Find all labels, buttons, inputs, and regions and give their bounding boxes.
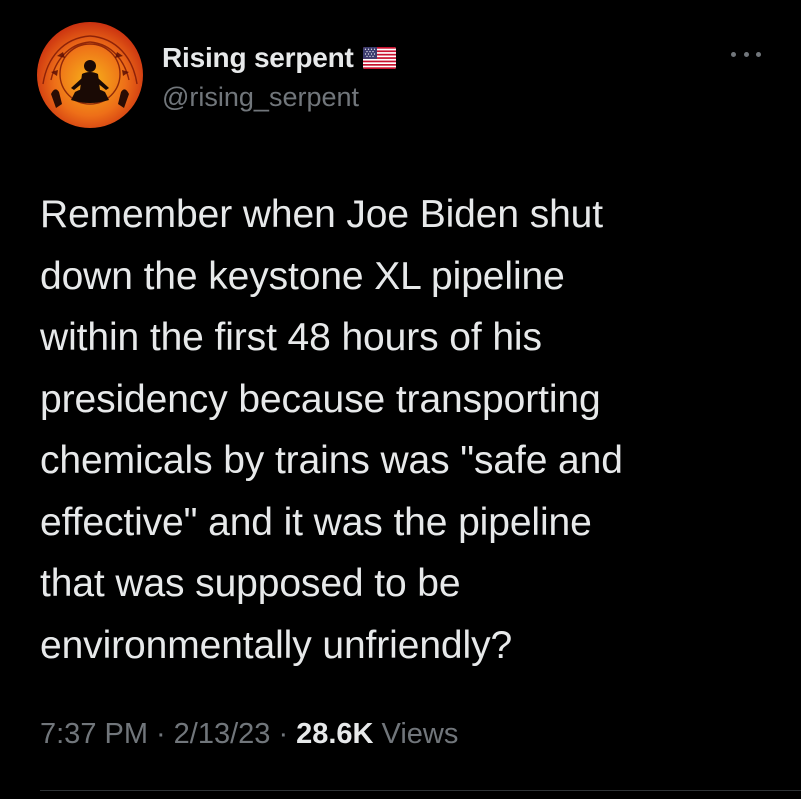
meta-separator: · [278, 718, 289, 750]
avatar[interactable] [37, 22, 143, 128]
tweet-date[interactable]: 2/13/23 [174, 718, 271, 751]
tweet-time[interactable]: 7:37 PM [40, 718, 148, 751]
author-name-row: Rising serpent [162, 38, 396, 78]
meditating-figure-icon [42, 35, 138, 108]
divider [40, 790, 801, 791]
author-handle[interactable]: @rising_serpent [162, 82, 359, 113]
tweet-text-line: effective" and it was the pipeline [40, 500, 592, 544]
views-label: Views [381, 718, 459, 750]
tweet-text-line: environmentally unfriendly? [40, 623, 513, 667]
more-dot [756, 51, 761, 57]
tweet-text-line: presidency because transporting [40, 377, 601, 421]
tweet-card: Rising serpent @rising_serpent Remember … [0, 0, 801, 799]
author-display-name[interactable]: Rising serpent [162, 42, 354, 74]
more-options-icon[interactable] [731, 44, 761, 64]
meta-separator: · [156, 718, 166, 750]
tweet-text-line: chemicals by trains was "safe and [40, 439, 623, 482]
tweet-meta: 7:37 PM · 2/13/23 · 28.6K Views [40, 718, 458, 751]
tweet-text-line: Remember when Joe Biden shut [40, 193, 604, 236]
us-flag-icon [362, 47, 396, 69]
views-count[interactable]: 28.6K [296, 718, 373, 751]
tweet-text-line: within the first 48 hours of his [40, 316, 542, 359]
tweet-text-line: down the keystone XL pipeline [40, 254, 565, 298]
more-dot [731, 51, 736, 57]
tweet-text: Remember when Joe Biden shut down the ke… [40, 184, 760, 676]
more-dot [743, 51, 749, 57]
tweet-text-line: that was supposed to be [40, 562, 461, 605]
